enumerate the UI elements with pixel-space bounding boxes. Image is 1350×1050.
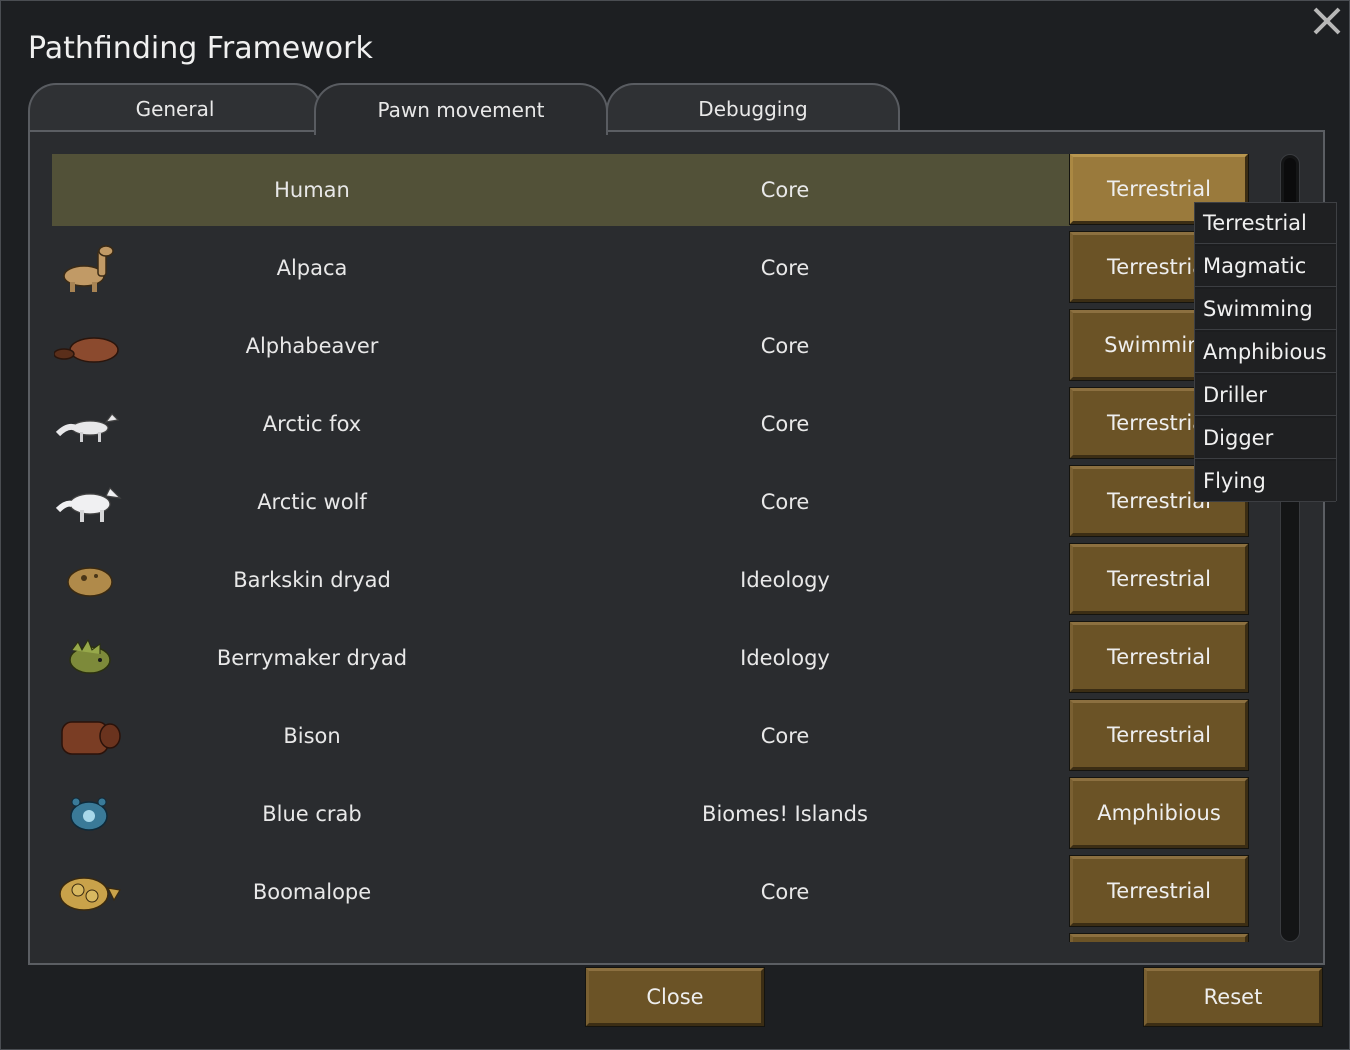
movement-type-button[interactable]: Amphibious [1070, 778, 1248, 848]
pawn-name: Human [274, 178, 350, 202]
table-row: Alphabeaver Core Swimming [52, 310, 1252, 382]
tab-bar: General Pawn movement Debugging [28, 83, 908, 135]
pawn-name: Bison [283, 724, 341, 748]
pawn-source: Core [760, 334, 810, 358]
pawn-name: Boomalope [252, 880, 372, 904]
pawn-name: Alphabeaver [245, 334, 379, 358]
close-button[interactable]: Close [586, 968, 764, 1026]
dropdown-option-flying[interactable]: Flying [1195, 461, 1336, 502]
movement-type-button-partial[interactable] [1070, 934, 1248, 942]
pawn-source: Core [760, 256, 810, 280]
table-row: Arctic fox Core Terrestrial [52, 388, 1252, 460]
reset-button[interactable]: Reset [1144, 968, 1322, 1026]
dropdown-option-amphibious[interactable]: Amphibious [1195, 332, 1336, 373]
pawn-source: Core [760, 490, 810, 514]
table-row: Berrymaker dryad Ideology Terrestrial [52, 622, 1252, 694]
pawn-name: Berrymaker dryad [216, 646, 408, 670]
settings-window: Pathfinding Framework General Pawn movem… [0, 0, 1350, 1050]
dropdown-option-digger[interactable]: Digger [1195, 418, 1336, 459]
movement-type-button[interactable]: Terrestrial [1070, 700, 1248, 770]
window-title: Pathfinding Framework [28, 31, 373, 66]
table-row: Boomalope Core Terrestrial [52, 856, 1252, 928]
pawn-source: Core [760, 178, 810, 202]
movement-type-button[interactable]: Terrestrial [1070, 544, 1248, 614]
pawn-source: Core [760, 724, 810, 748]
pawn-name: Arctic fox [262, 412, 362, 436]
tab-debugging[interactable]: Debugging [606, 83, 900, 133]
pawn-movement-panel: Human Core Terrestrial Alpaca Core Terre… [28, 130, 1325, 965]
dropdown-option-driller[interactable]: Driller [1195, 375, 1336, 416]
pawn-source: Ideology [740, 568, 830, 592]
tab-pawn-movement[interactable]: Pawn movement [314, 83, 608, 135]
pawn-source: Ideology [740, 646, 830, 670]
table-row: Human Core Terrestrial [52, 154, 1252, 226]
pawn-source: Core [760, 880, 810, 904]
pawn-name: Blue crab [262, 802, 362, 826]
pawn-name: Alpaca [276, 256, 348, 280]
tab-general[interactable]: General [28, 83, 322, 133]
pawn-name: Barkskin dryad [233, 568, 391, 592]
dropdown-option-terrestrial[interactable]: Terrestrial [1195, 203, 1336, 244]
pawn-name: Arctic wolf [257, 490, 367, 514]
table-row: Arctic wolf Core Terrestrial [52, 466, 1252, 538]
dropdown-option-magmatic[interactable]: Magmatic [1195, 246, 1336, 287]
pawn-source: Biomes! Islands [702, 802, 868, 826]
pawn-source: Core [760, 412, 810, 436]
movement-type-dropdown: Terrestrial Magmatic Swimming Amphibious… [1194, 202, 1337, 502]
close-icon[interactable] [1309, 3, 1345, 39]
table-row: Blue crab Biomes! Islands Amphibious [52, 778, 1252, 850]
pawn-list: Human Core Terrestrial Alpaca Core Terre… [52, 154, 1252, 942]
movement-type-button[interactable]: Terrestrial [1070, 622, 1248, 692]
table-row: Alpaca Core Terrestrial [52, 232, 1252, 304]
table-row: Barkskin dryad Ideology Terrestrial [52, 544, 1252, 616]
table-row: Bison Core Terrestrial [52, 700, 1252, 772]
dropdown-option-swimming[interactable]: Swimming [1195, 289, 1336, 330]
movement-type-button[interactable]: Terrestrial [1070, 856, 1248, 926]
